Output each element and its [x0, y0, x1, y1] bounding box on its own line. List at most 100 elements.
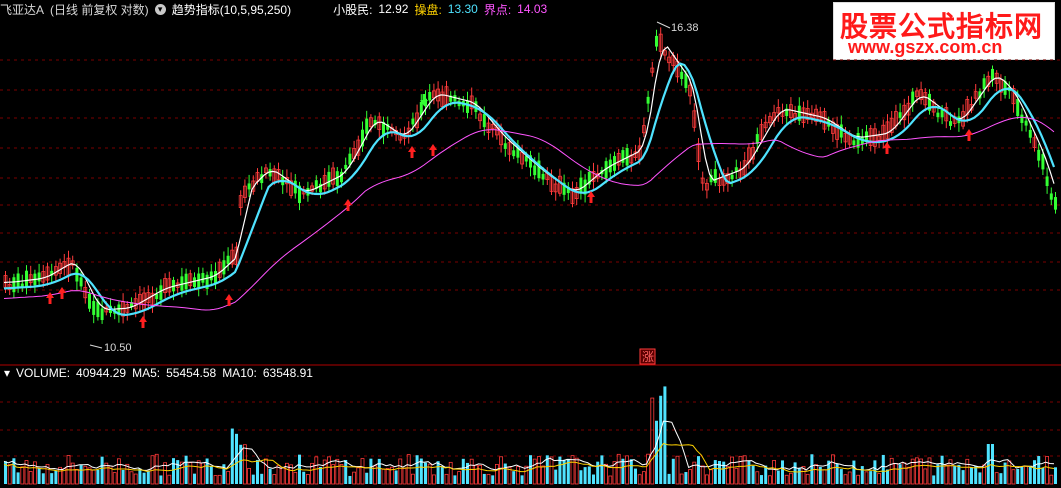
volume-bar [906, 466, 911, 485]
volume-bar [898, 464, 902, 484]
volume-bar [83, 465, 88, 485]
volume-bar [793, 462, 797, 484]
volume-bar [75, 468, 79, 485]
candle-body [730, 174, 734, 180]
volume-bar [805, 473, 810, 485]
candle-body [482, 113, 486, 128]
buy-arrow-icon [139, 316, 147, 328]
volume-bar [377, 458, 381, 484]
buy-arrow-icon [429, 144, 437, 156]
volume-bar [415, 455, 419, 484]
volume-bar [881, 454, 885, 484]
candle-body [533, 165, 537, 176]
volume-bar [1011, 469, 1016, 485]
volume-bar [675, 455, 680, 485]
volume-bar [587, 466, 591, 484]
volume-bar [869, 471, 873, 484]
volume-bar [499, 456, 504, 485]
volume-menu-icon[interactable]: ▾ [4, 366, 10, 380]
volume-bar [822, 469, 827, 485]
candle-body [852, 140, 856, 146]
volume-bar [1033, 460, 1036, 484]
volume-bar [235, 433, 238, 484]
volume-bar [91, 469, 96, 485]
volume-bar [961, 470, 965, 484]
volume-bar [1041, 467, 1045, 484]
boundary-line [3, 116, 1055, 311]
kline-chart[interactable]: 16.38 10.50 涨 [0, 0, 1061, 488]
volume-bar [305, 474, 310, 485]
volume-bar [667, 473, 671, 484]
volume-bar [932, 475, 936, 484]
volume-bar [999, 473, 1003, 484]
volume-bar [1045, 456, 1049, 485]
volume-bar [398, 458, 403, 485]
candle-body [1016, 98, 1020, 117]
volume-bar [722, 461, 726, 484]
volume-bar [847, 471, 852, 485]
volume-bar [873, 460, 877, 484]
volume-bar [797, 468, 801, 484]
volume-bar [541, 465, 545, 485]
volume-bar [491, 475, 495, 484]
volume-bar [154, 453, 159, 485]
volume-bar [621, 458, 625, 484]
volume-bar [133, 473, 138, 485]
volume-bar [781, 460, 784, 484]
volume-bar [79, 465, 83, 484]
volume-bar [302, 471, 306, 484]
volume-bar [784, 474, 789, 485]
volume-bar [402, 468, 407, 485]
volume-bar [37, 467, 41, 484]
volume-bar [919, 458, 923, 485]
volume-bar [348, 475, 352, 484]
volume-bar [965, 458, 970, 485]
volume-bar [272, 474, 277, 485]
volume-bar [738, 455, 743, 485]
buy-arrow-icon [58, 287, 66, 299]
volume-bar [104, 462, 109, 485]
candle-body [936, 112, 940, 118]
candle-body [1041, 154, 1045, 170]
candle-body [982, 78, 986, 90]
volume-bar [360, 458, 365, 485]
volume-bar [142, 472, 146, 484]
volume-bar [129, 471, 134, 485]
candle-body [155, 293, 159, 300]
candle-body [1045, 176, 1049, 187]
volume-bar [579, 470, 583, 484]
volume-bar [260, 473, 264, 484]
volume-bar [457, 471, 462, 485]
volume-bar [726, 466, 730, 485]
volume-bar [193, 473, 196, 484]
volume-bar [50, 473, 54, 484]
volume-bar [625, 455, 629, 485]
volume-bar [1028, 465, 1032, 484]
volume-bar [772, 459, 776, 485]
volume-bar [894, 463, 898, 485]
volume-bar [213, 475, 218, 485]
volume-bar [596, 461, 600, 484]
high-pointer [656, 21, 671, 29]
volume-bar [1049, 474, 1054, 485]
volume-bar [247, 467, 252, 485]
volume-bar [381, 468, 386, 485]
volume-bar [424, 462, 427, 484]
volume-bar [326, 456, 331, 485]
volume-bar [184, 455, 188, 484]
volume-bar [448, 461, 453, 485]
volume-bar [230, 428, 234, 484]
candle-body [92, 301, 96, 315]
candle-body [1028, 129, 1032, 138]
volume-bar [263, 458, 268, 485]
volume-bar [16, 472, 20, 484]
volume-bar [319, 466, 322, 484]
volume-bar [440, 465, 444, 484]
volume-bar [843, 474, 848, 485]
volume-bar [172, 458, 175, 484]
volume-bar [453, 475, 457, 484]
volume-bar [671, 458, 675, 484]
volume-bar [217, 474, 222, 485]
candle-body [646, 96, 650, 104]
volume-bar [814, 464, 818, 485]
